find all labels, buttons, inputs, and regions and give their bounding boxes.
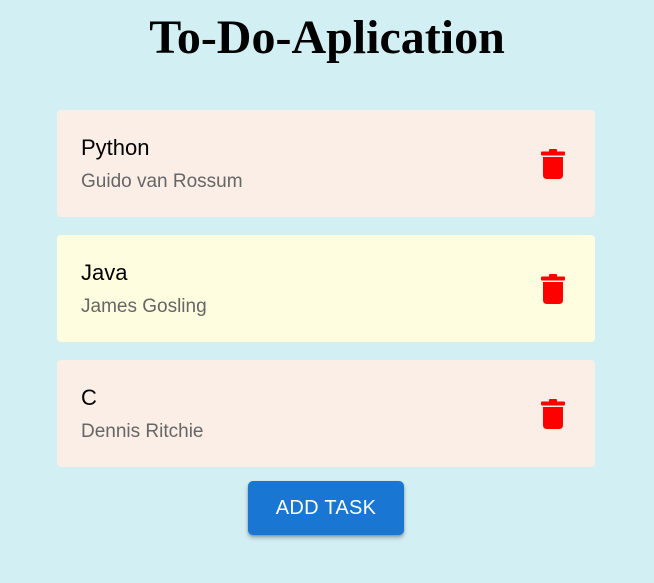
trash-icon bbox=[541, 274, 565, 304]
task-author: Guido van Rossum bbox=[81, 171, 243, 192]
task-card: Python Guido van Rossum bbox=[57, 110, 595, 217]
task-title: Java bbox=[81, 260, 128, 285]
task-author: James Gosling bbox=[81, 296, 207, 317]
add-task-button[interactable]: ADD TASK bbox=[248, 481, 404, 535]
delete-task-button[interactable] bbox=[537, 396, 569, 432]
task-title: C bbox=[81, 385, 97, 410]
task-title: Python bbox=[81, 135, 150, 160]
trash-icon bbox=[541, 149, 565, 179]
task-author: Dennis Ritchie bbox=[81, 421, 204, 442]
delete-task-button[interactable] bbox=[537, 271, 569, 307]
task-card: Java James Gosling bbox=[57, 235, 595, 342]
page-title: To-Do-Aplication bbox=[149, 11, 505, 64]
trash-icon bbox=[541, 399, 565, 429]
task-list: Python Guido van Rossum Java James Gosli… bbox=[57, 110, 595, 485]
task-card: C Dennis Ritchie bbox=[57, 360, 595, 467]
delete-task-button[interactable] bbox=[537, 146, 569, 182]
